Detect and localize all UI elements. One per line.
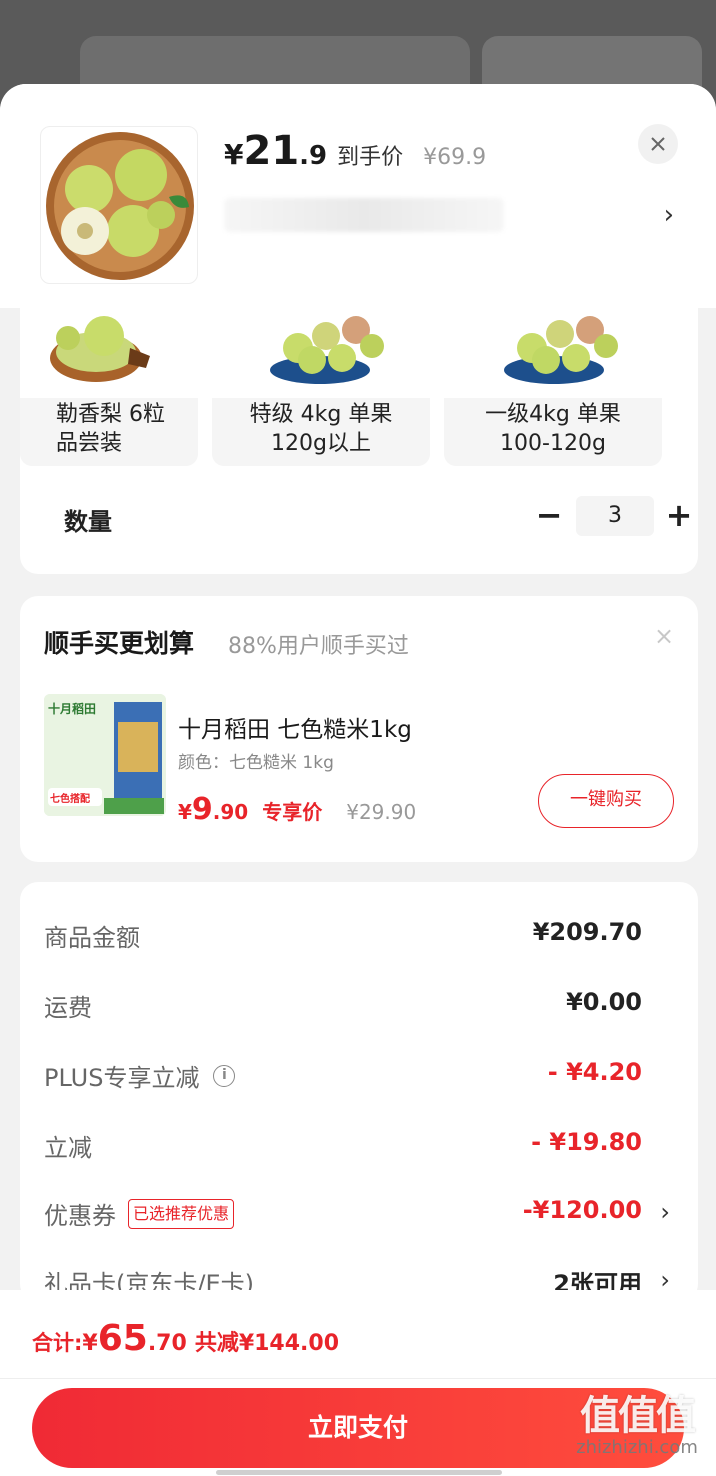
close-button[interactable] bbox=[638, 124, 678, 164]
upsell-product-image: 十月稻田 七色搭配 bbox=[44, 694, 166, 816]
upsell-subtitle: 88%用户顺手买过 bbox=[228, 634, 409, 659]
summary-row-instant-discount: 立减 - ¥19.80 bbox=[44, 1124, 674, 1164]
summary-label: 商品金额 bbox=[44, 924, 140, 952]
one-click-buy-button[interactable]: 一键购买 bbox=[538, 774, 674, 828]
upsell-image-badge: 七色搭配 bbox=[50, 794, 90, 805]
summary-row-coupon[interactable]: 优惠券 已选推荐优惠 -¥120.00 › bbox=[44, 1192, 674, 1232]
home-indicator bbox=[216, 1470, 502, 1475]
option-image bbox=[20, 308, 198, 398]
watermark: 值值值 zhizhizhi.com bbox=[576, 1393, 698, 1458]
quantity-input[interactable]: 3 bbox=[576, 496, 654, 536]
summary-value: - ¥19.80 bbox=[531, 1128, 642, 1156]
summary-value: -¥120.00 bbox=[522, 1196, 642, 1224]
summary-value: ¥0.00 bbox=[566, 988, 642, 1016]
upsell-price-tag: 专享价 bbox=[262, 800, 323, 824]
original-price: ¥69.9 bbox=[423, 145, 487, 170]
upsell-image-brand: 十月稻田 bbox=[48, 702, 97, 716]
blurred-spec-text bbox=[224, 198, 504, 232]
summary-row-subtotal: 商品金额 ¥209.70 bbox=[44, 914, 674, 954]
chevron-right-icon: › bbox=[663, 200, 674, 230]
summary-row-shipping: 运费 ¥0.00 bbox=[44, 984, 674, 1024]
summary-label: 立减 bbox=[44, 1134, 92, 1162]
order-summary: 商品金额 ¥209.70 运费 ¥0.00 PLUS专享立减 i - ¥4.20… bbox=[20, 882, 698, 1302]
chevron-right-icon: › bbox=[660, 1198, 670, 1226]
upsell-original-price: ¥29.90 bbox=[346, 800, 417, 824]
option-card[interactable]: 勒香梨 6粒 品尝装 bbox=[20, 308, 198, 466]
summary-label: 运费 bbox=[44, 994, 92, 1022]
option-label: 一级4kg 单果 100-120g bbox=[485, 402, 621, 456]
sku-header: ¥ 21 .9 到手价 ¥69.9 › bbox=[0, 84, 716, 308]
purchase-sheet: 勒香梨 6粒 品尝装 特级 4kg 单果 120g以上 一级4kg 单果 100… bbox=[0, 84, 716, 1476]
summary-label: 优惠券 已选推荐优惠 bbox=[44, 1196, 235, 1231]
upsell-card: 顺手买更划算 88%用户顺手买过 × 十月稻田 七色搭配 十月稻田 七色糙米1k… bbox=[20, 596, 698, 862]
option-label: 勒香梨 6粒 品尝装 bbox=[56, 402, 165, 456]
summary-row-plus-discount[interactable]: PLUS专享立减 i - ¥4.20 bbox=[44, 1054, 674, 1094]
price-tag: 到手价 bbox=[337, 145, 404, 170]
selected-spec-row[interactable]: › bbox=[224, 188, 684, 244]
checkout-footer: 合计: ¥ 65 .70 共减¥144.00 立即支付 值值值 zhizhizh… bbox=[0, 1290, 716, 1476]
close-icon bbox=[651, 137, 665, 151]
summary-label: PLUS专享立减 i bbox=[44, 1058, 236, 1093]
summary-value: ¥209.70 bbox=[532, 918, 642, 946]
upsell-title: 顺手买更划算 bbox=[44, 629, 195, 658]
option-card[interactable]: 特级 4kg 单果 120g以上 bbox=[212, 308, 430, 466]
quantity-label: 数量 bbox=[64, 508, 112, 536]
summary-value: - ¥4.20 bbox=[547, 1058, 642, 1086]
product-thumbnail bbox=[40, 126, 198, 284]
coupon-badge: 已选推荐优惠 bbox=[128, 1198, 235, 1229]
quantity-decrease-button[interactable]: − bbox=[534, 498, 564, 534]
upsell-close-icon[interactable]: × bbox=[654, 622, 674, 650]
total-savings: 共减¥144.00 bbox=[194, 1331, 340, 1356]
total-amount: 合计: ¥ 65 .70 共减¥144.00 bbox=[32, 1318, 340, 1359]
upsell-product-spec: 颜色：七色糙米 1kg bbox=[178, 753, 334, 773]
upsell-price: ¥ 9 .90 专享价 ¥29.90 bbox=[178, 792, 417, 827]
upsell-product-name[interactable]: 十月稻田 七色糙米1kg bbox=[178, 710, 412, 744]
option-label: 特级 4kg 单果 120g以上 bbox=[249, 402, 393, 456]
option-card[interactable]: 一级4kg 单果 100-120g bbox=[444, 308, 662, 466]
quantity-increase-button[interactable]: + bbox=[664, 498, 694, 534]
product-price: ¥ 21 .9 到手价 ¥69.9 bbox=[224, 128, 487, 174]
divider bbox=[0, 1378, 716, 1379]
option-image bbox=[212, 308, 430, 398]
option-image bbox=[444, 308, 662, 398]
info-icon[interactable]: i bbox=[213, 1064, 236, 1087]
